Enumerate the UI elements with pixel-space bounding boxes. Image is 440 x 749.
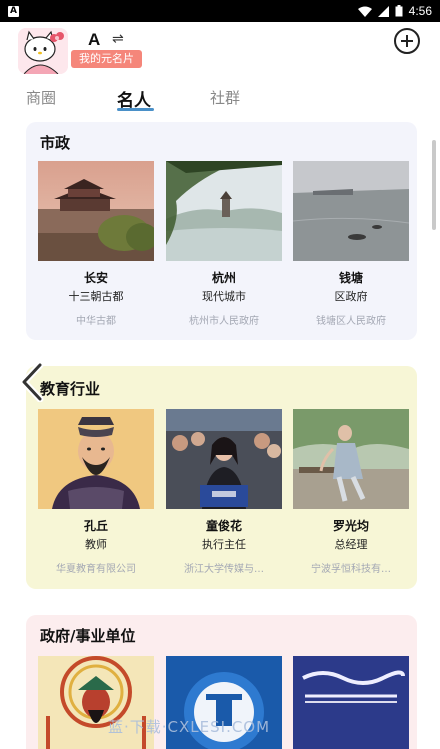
item-org: 钱塘区人民政府	[316, 316, 386, 327]
list-item[interactable]: 长安 十三朝古都 中华古都	[38, 161, 154, 327]
item-name: 孔丘	[83, 519, 108, 533]
list-item[interactable]: 孔丘 教师 华夏教育有限公司	[38, 409, 154, 575]
section-title: 教育行业	[40, 380, 101, 398]
item-org: 杭州市人民政府	[189, 316, 259, 327]
tab-bar: 商圈 名人 社群	[4, 84, 436, 114]
item-name: 罗光均	[332, 519, 369, 533]
section-card-education: 教育行业 孔丘 教师 华夏教育有限公司 童俊花 执行主任 浙江大学传媒与… 罗光…	[26, 366, 417, 589]
status-bar: A 4:56	[0, 0, 440, 22]
section-card-municipal: 市政 长安 十三朝古都 中华古都 杭州 现代城市 杭州市人民政府 钱塘 区政府 …	[26, 122, 417, 340]
changan-photo	[38, 161, 154, 261]
item-role: 教师	[85, 538, 107, 551]
item-name: 童俊花	[205, 519, 242, 533]
list-item[interactable]: 童俊花 执行主任 浙江大学传媒与…	[166, 409, 282, 575]
my-namecard-button[interactable]: 我的元名片	[71, 50, 142, 68]
item-name: 钱塘	[338, 271, 363, 285]
watermark: 蓝·下载·CXLESI.COM	[108, 718, 271, 736]
item-role: 总经理	[334, 538, 368, 551]
active-tab-indicator	[117, 108, 154, 111]
luo-guangjun-photo	[293, 409, 409, 509]
username: A	[88, 30, 101, 49]
app-content: A ⇌ 我的元名片 商圈 名人 社群 市政 长安 十三朝古都 中华古都 杭州 现…	[4, 22, 436, 749]
back-arrow-icon[interactable]	[18, 362, 46, 402]
hangzhou-photo	[166, 161, 282, 261]
add-icon[interactable]	[394, 28, 420, 54]
signal-icon	[377, 5, 389, 17]
notification-a-icon: A	[8, 5, 19, 17]
section-title: 政府/事业单位	[40, 627, 136, 645]
item-name: 长安	[83, 271, 108, 285]
avatar[interactable]	[18, 28, 68, 74]
list-item[interactable]: 罗光均 总经理 宁波孚恒科技有…	[293, 409, 409, 575]
institute-logo-image	[293, 656, 409, 749]
phone-screen: A 4:56 A ⇌ 我的元名片 商圈 名人 社群 市政 长安 十三朝古都 中华…	[0, 0, 440, 749]
item-role: 现代城市	[202, 290, 246, 303]
item-role: 区政府	[334, 290, 368, 303]
status-time: 4:56	[408, 4, 432, 18]
wifi-icon	[357, 6, 372, 17]
header: A ⇌ 我的元名片	[4, 22, 436, 80]
section-title: 市政	[40, 134, 71, 152]
confucius-portrait	[38, 409, 154, 509]
item-name: 杭州	[211, 271, 236, 285]
scrollbar[interactable]	[432, 140, 436, 230]
item-org: 中华古都	[76, 316, 116, 327]
item-org: 华夏教育有限公司	[56, 564, 136, 575]
tab-community[interactable]: 社群	[210, 87, 240, 108]
item-org: 宁波孚恒科技有…	[311, 564, 391, 575]
item-role: 十三朝古都	[68, 290, 124, 303]
item-role: 执行主任	[202, 538, 246, 551]
tab-business[interactable]: 商圈	[26, 87, 56, 108]
bottom-nav-hint	[4, 744, 436, 749]
list-item[interactable]	[293, 656, 409, 749]
battery-icon	[395, 5, 403, 17]
tong-junhua-photo	[166, 409, 282, 509]
list-item[interactable]: 钱塘 区政府 钱塘区人民政府	[293, 161, 409, 327]
hello-kitty-avatar-icon	[18, 28, 68, 74]
list-item[interactable]: 杭州 现代城市 杭州市人民政府	[166, 161, 282, 327]
switch-account-icon[interactable]: ⇌	[112, 31, 124, 47]
item-org: 浙江大学传媒与…	[184, 564, 264, 575]
qiantang-photo	[293, 161, 409, 261]
